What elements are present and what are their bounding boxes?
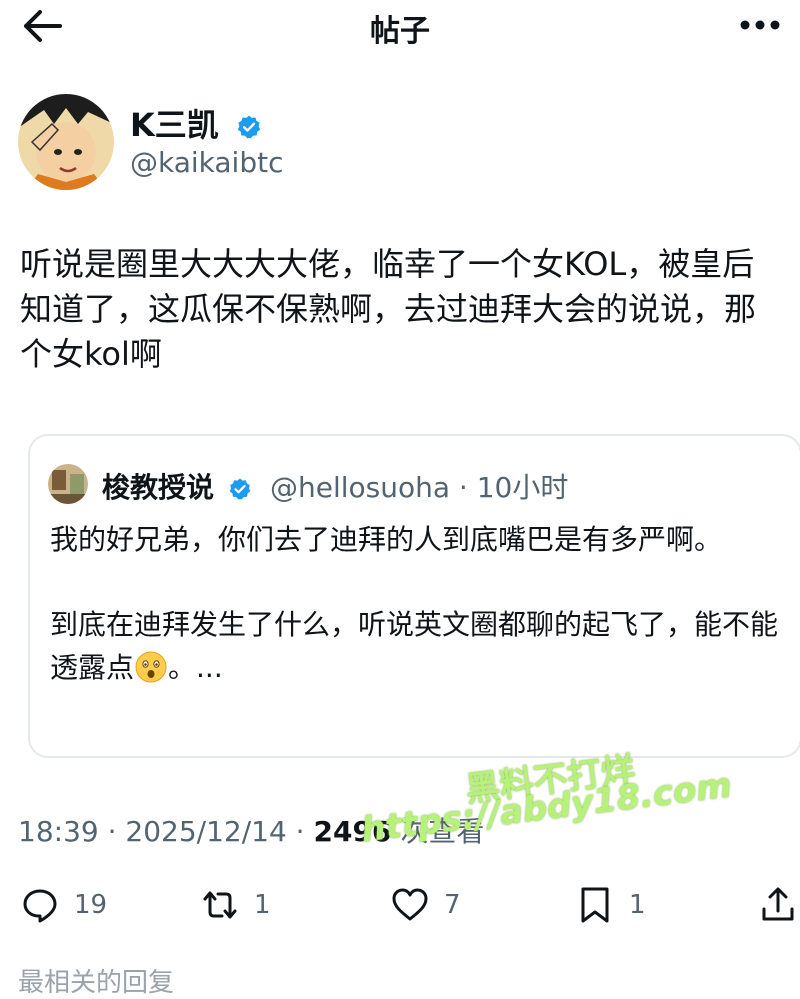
like-button[interactable]: 7 — [390, 880, 461, 930]
retweet-count: 1 — [254, 890, 271, 920]
more-button[interactable] — [735, 10, 785, 40]
action-bar: 19 1 7 1 — [0, 880, 800, 930]
quoted-meta: @hellosuoha · 10小时 — [270, 466, 568, 506]
quoted-paragraph-2-tail: 。... — [168, 651, 223, 684]
avatar[interactable] — [18, 94, 114, 190]
like-count: 7 — [444, 890, 461, 920]
page-title: 帖子 — [370, 14, 430, 49]
share-button[interactable] — [758, 880, 798, 930]
author-handle[interactable]: @kaikaibtc — [130, 146, 283, 179]
quoted-author-name[interactable]: 梭教授说 — [102, 466, 252, 506]
view-count-label: 次查看 — [391, 815, 485, 848]
retweet-button[interactable]: 1 — [200, 880, 271, 930]
top-bar: 帖子 — [0, 0, 800, 50]
reply-button[interactable]: 19 — [20, 880, 107, 930]
quoted-avatar[interactable] — [48, 464, 88, 504]
meta-separator: · — [450, 471, 477, 504]
bookmark-button[interactable]: 1 — [575, 880, 646, 930]
bookmark-icon — [581, 887, 609, 923]
post-text: 听说是圈里大大大大佬，临幸了一个女KOL，被皇后知道了，这瓜保不保熟啊，去过迪拜… — [20, 245, 757, 373]
quoted-paragraph-2: 到底在迪拜发生了什么，听说英文圈都聊的起飞了，能不能透露点 。... — [50, 603, 790, 689]
post-meta: 18:39 · 2025/12/14 · 2496 次查看 — [18, 810, 484, 850]
like-icon — [392, 888, 428, 921]
author-name[interactable]: K三凯 — [130, 100, 262, 146]
retweet-icon — [203, 891, 237, 919]
quoted-text: 我的好兄弟，你们去了迪拜的人到底嘴巴是有多严啊。 到底在迪拜发生了什么，听说英文… — [50, 518, 790, 689]
quoted-author-handle[interactable]: @hellosuoha — [270, 471, 450, 504]
author-name-text[interactable]: K三凯 — [130, 106, 219, 144]
share-icon — [762, 887, 794, 921]
reply-icon — [23, 889, 57, 923]
post-timestamp[interactable]: 18:39 · 2025/12/14 · — [18, 815, 313, 848]
quoted-post[interactable]: 梭教授说 @hellosuoha · 10小时 我的好兄弟，你们去了迪拜的人到底… — [28, 434, 800, 758]
view-count: 2496 — [313, 815, 392, 848]
replies-section-heading: 最相关的回复 — [18, 968, 175, 998]
bookmark-count: 1 — [629, 890, 646, 920]
astonished-face-emoji — [135, 651, 167, 683]
verified-icon — [229, 478, 251, 500]
quoted-paragraph: 我的好兄弟，你们去了迪拜的人到底嘴巴是有多严啊。 — [50, 523, 723, 556]
quoted-author-name-text[interactable]: 梭教授说 — [102, 471, 214, 504]
more-icon — [740, 20, 780, 30]
quoted-time: 10小时 — [476, 471, 569, 504]
verified-icon — [237, 115, 261, 139]
reply-count: 19 — [74, 890, 108, 920]
